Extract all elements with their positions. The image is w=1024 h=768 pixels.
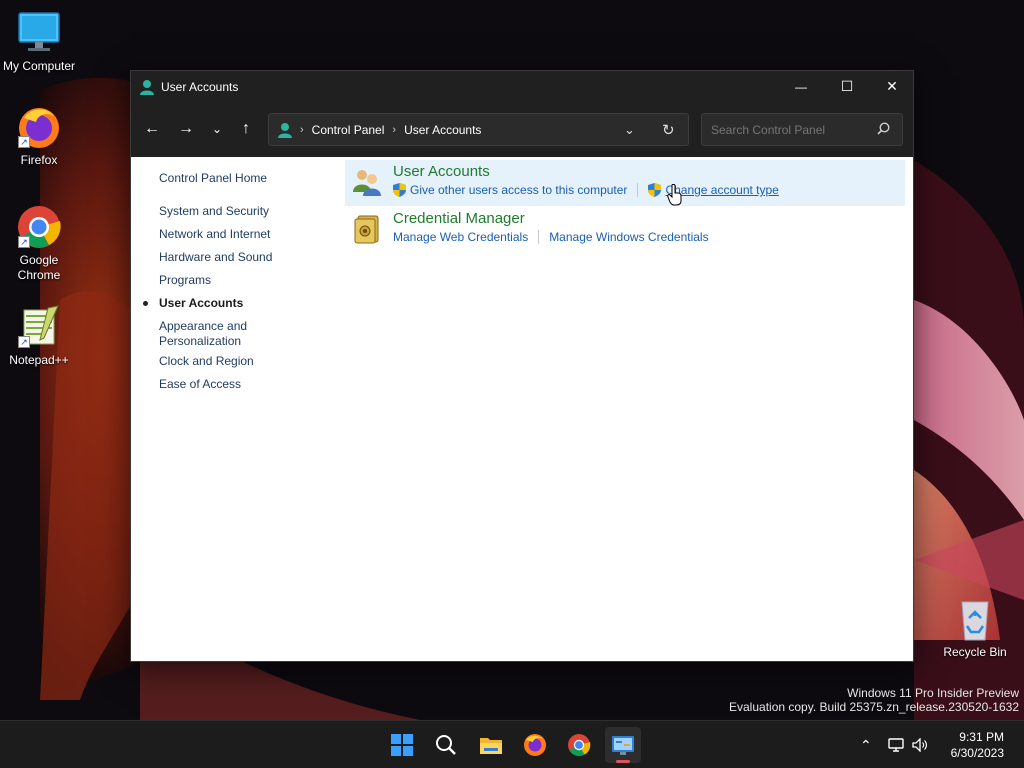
close-button[interactable]: ✕ bbox=[869, 71, 915, 102]
user-accounts-icon bbox=[140, 79, 154, 95]
recycle-bin-icon bbox=[952, 596, 998, 642]
category-title-user-accounts[interactable]: User Accounts bbox=[393, 163, 490, 180]
taskbar-chrome[interactable] bbox=[561, 727, 597, 763]
category-user-accounts: User Accounts Give other users access to… bbox=[345, 160, 905, 206]
watermark-line-1: Windows 11 Pro Insider Preview bbox=[847, 686, 1019, 700]
firefox-icon: ↗ bbox=[16, 104, 62, 150]
user-accounts-icon bbox=[278, 122, 292, 138]
content-area: Control Panel Home System and Security N… bbox=[131, 157, 913, 661]
chrome-icon: ↗ bbox=[16, 204, 62, 250]
desktop-icon-firefox[interactable]: ↗ Firefox bbox=[0, 104, 78, 168]
control-panel-window: User Accounts — ☐ ✕ ← → ⌄ ↑ › Control Pa… bbox=[130, 70, 914, 662]
manage-web-credentials-link[interactable]: Manage Web Credentials bbox=[393, 230, 528, 244]
uac-shield-icon bbox=[393, 183, 406, 197]
search-icon[interactable] bbox=[877, 122, 890, 138]
category-links: Give other users access to this computer… bbox=[393, 183, 779, 197]
minimize-button[interactable]: — bbox=[778, 71, 824, 102]
recent-locations-chevron-icon[interactable]: ⌄ bbox=[203, 115, 231, 143]
notepadpp-icon: ↗ bbox=[16, 304, 62, 350]
taskbar-file-explorer[interactable] bbox=[473, 727, 509, 763]
network-icon[interactable] bbox=[888, 738, 904, 752]
taskbar-firefox[interactable] bbox=[517, 727, 553, 763]
uac-shield-icon bbox=[648, 183, 662, 197]
monitor-icon bbox=[16, 10, 62, 56]
desktop-icon-chrome[interactable]: ↗ Google Chrome bbox=[0, 204, 78, 283]
up-arrow-icon[interactable]: ↑ bbox=[232, 115, 260, 143]
file-explorer-icon bbox=[480, 738, 502, 754]
nav-user-accounts-row: User Accounts bbox=[143, 296, 243, 311]
desktop-icon-label: Google Chrome bbox=[17, 253, 61, 282]
manage-windows-credentials-link[interactable]: Manage Windows Credentials bbox=[549, 230, 708, 244]
evaluation-watermark: Windows 11 Pro Insider Preview Evaluatio… bbox=[729, 686, 1019, 714]
link-separator bbox=[637, 183, 639, 197]
category-title-credential-manager[interactable]: Credential Manager bbox=[393, 210, 525, 227]
hand-cursor-icon bbox=[667, 183, 683, 209]
taskbar-clock[interactable]: 9:31 PM 6/30/2023 bbox=[951, 729, 1004, 761]
volume-icon[interactable] bbox=[912, 738, 928, 752]
breadcrumb-separator-icon: › bbox=[392, 123, 397, 136]
search-input[interactable] bbox=[711, 122, 871, 137]
nav-hardware-and-sound[interactable]: Hardware and Sound bbox=[159, 250, 272, 265]
window-title: User Accounts bbox=[161, 79, 239, 94]
breadcrumb-user-accounts[interactable]: User Accounts bbox=[404, 123, 481, 137]
credential-manager-icon bbox=[351, 213, 383, 245]
breadcrumb-separator-icon: › bbox=[300, 123, 304, 136]
clock-date: 6/30/2023 bbox=[950, 746, 1004, 760]
nav-programs[interactable]: Programs bbox=[159, 273, 211, 288]
shortcut-arrow-icon: ↗ bbox=[18, 136, 30, 148]
refresh-icon[interactable]: ↻ bbox=[662, 121, 675, 139]
user-accounts-category-icon bbox=[351, 166, 383, 198]
start-icon bbox=[391, 734, 413, 756]
give-access-link-label: Give other users access to this computer bbox=[410, 183, 628, 197]
watermark-line-2: Evaluation copy. Build 25375.zn_release.… bbox=[729, 700, 1019, 714]
desktop-icon-label: Firefox bbox=[20, 153, 58, 167]
chrome-icon bbox=[568, 734, 591, 756]
control-panel-icon bbox=[612, 736, 634, 755]
shortcut-arrow-icon: ↗ bbox=[18, 336, 30, 348]
nav-network-and-internet[interactable]: Network and Internet bbox=[159, 227, 270, 242]
nav-clock-and-region[interactable]: Clock and Region bbox=[159, 354, 254, 369]
nav-system-and-security[interactable]: System and Security bbox=[159, 204, 269, 219]
active-bullet-icon bbox=[143, 301, 148, 306]
start-button[interactable] bbox=[384, 727, 420, 763]
breadcrumb-control-panel[interactable]: Control Panel bbox=[312, 123, 385, 137]
active-app-indicator bbox=[616, 760, 630, 763]
nav-ease-of-access[interactable]: Ease of Access bbox=[159, 377, 241, 392]
taskbar-search-button[interactable] bbox=[428, 727, 464, 763]
back-arrow-icon[interactable]: ← bbox=[138, 115, 166, 143]
nav-appearance-and-personalization[interactable]: Appearance and Personalization bbox=[159, 319, 269, 349]
shortcut-arrow-icon: ↗ bbox=[18, 236, 30, 248]
title-bar[interactable]: User Accounts — ☐ ✕ bbox=[131, 71, 913, 102]
desktop-icon-label: My Computer bbox=[2, 59, 76, 73]
clock-time: 9:31 PM bbox=[959, 730, 1004, 744]
desktop-icon-notepadpp[interactable]: ↗ Notepad++ bbox=[0, 304, 78, 368]
category-credential-manager: Credential Manager Manage Web Credential… bbox=[345, 207, 905, 253]
give-access-link[interactable]: Give other users access to this computer bbox=[393, 183, 627, 197]
address-dropdown-chevron-icon[interactable]: ⌄ bbox=[624, 122, 635, 138]
taskbar: ⌃ 9:31 PM 6/30/2023 bbox=[0, 720, 1024, 768]
desktop-icon-label: Recycle Bin bbox=[943, 645, 1007, 659]
nav-user-accounts[interactable]: User Accounts bbox=[159, 296, 243, 310]
desktop-icon-recycle-bin[interactable]: Recycle Bin bbox=[936, 596, 1014, 660]
firefox-icon bbox=[524, 734, 546, 756]
maximize-button[interactable]: ☐ bbox=[824, 71, 870, 102]
desktop-icon-label: Notepad++ bbox=[9, 353, 69, 367]
show-hidden-icons-chevron-icon[interactable]: ⌃ bbox=[860, 737, 872, 754]
taskbar-control-panel[interactable] bbox=[605, 727, 641, 763]
search-box[interactable] bbox=[701, 113, 903, 146]
search-icon bbox=[436, 735, 456, 755]
category-links: Manage Web Credentials Manage Windows Cr… bbox=[393, 230, 709, 244]
desktop-icon-my-computer[interactable]: My Computer bbox=[0, 10, 78, 74]
navigation-toolbar: ← → ⌄ ↑ › Control Panel › User Accounts … bbox=[131, 102, 913, 157]
link-separator bbox=[538, 230, 540, 244]
address-bar[interactable]: › Control Panel › User Accounts ⌄ ↻ bbox=[268, 113, 689, 146]
nav-control-panel-home[interactable]: Control Panel Home bbox=[159, 171, 267, 186]
system-tray: ⌃ bbox=[860, 721, 928, 768]
forward-arrow-icon[interactable]: → bbox=[172, 115, 200, 143]
